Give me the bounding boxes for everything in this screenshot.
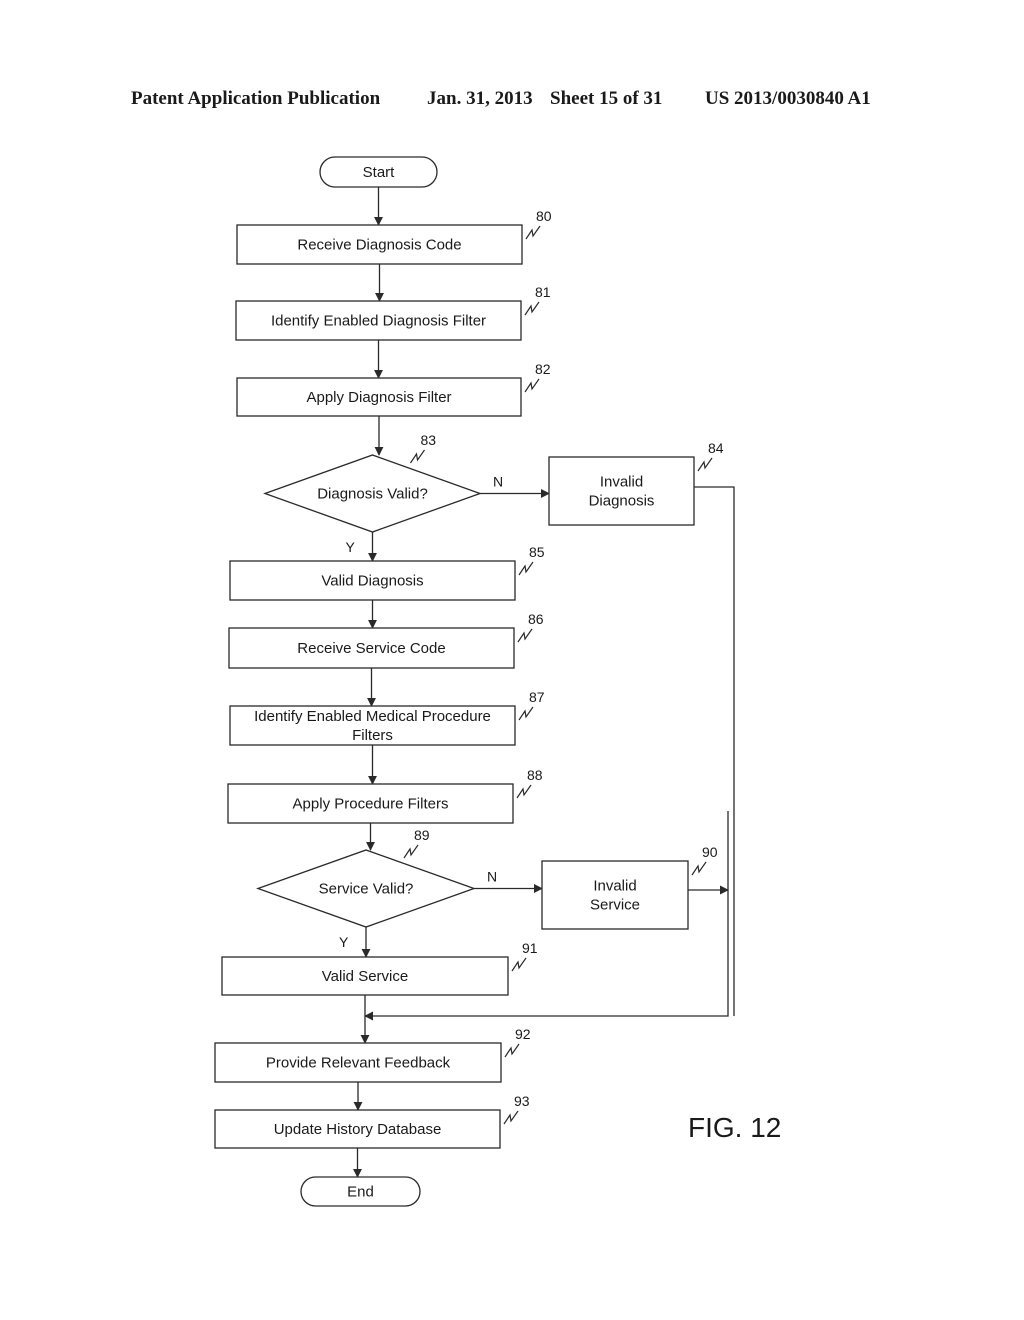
node-label: Identify Enabled Medical Procedure	[254, 708, 491, 725]
flow-node-start: Start	[319, 156, 438, 188]
flow-edge-n83-n85: Y	[346, 532, 377, 562]
node-label: Apply Diagnosis Filter	[306, 389, 451, 406]
node-label: Apply Procedure Filters	[293, 796, 449, 813]
reference-numeral: 84	[708, 440, 724, 456]
reference-leader	[524, 378, 540, 393]
node-label: Diagnosis Valid?	[317, 486, 428, 503]
flow-node-n85: Valid Diagnosis 85	[229, 544, 545, 601]
branch-label: Y	[339, 934, 349, 950]
reference-numeral: 81	[535, 284, 551, 300]
flow-edge-n89-n91: Y	[339, 927, 371, 958]
node-label: Invalid	[600, 474, 643, 491]
reference-leader	[697, 457, 713, 472]
reference-leader	[516, 784, 532, 799]
reference-leader	[403, 844, 419, 859]
reference-numeral: 89	[414, 827, 430, 843]
flow-node-n90: Invalid Service 90	[541, 844, 718, 930]
flow-node-n92: Provide Relevant Feedback 92	[214, 1026, 531, 1083]
process-shape	[548, 456, 695, 526]
node-label: Service Valid?	[319, 881, 414, 898]
reference-leader	[691, 861, 707, 876]
node-label: Diagnosis	[589, 493, 655, 510]
figure-label: FIG. 12	[688, 1112, 781, 1143]
flow-node-n88: Apply Procedure Filters 88	[227, 767, 543, 824]
process-shape	[541, 860, 689, 930]
node-label: Service	[590, 897, 640, 914]
node-label: End	[347, 1184, 374, 1201]
reference-leader	[410, 449, 425, 464]
reference-numeral: 87	[529, 689, 545, 705]
flow-node-n87: Identify Enabled Medical Procedure Filter…	[229, 689, 545, 746]
flow-node-n91: Valid Service 91	[221, 940, 538, 996]
flow-node-n83: Diagnosis Valid? 83	[263, 432, 482, 533]
flow-node-n86: Receive Service Code 86	[228, 611, 544, 669]
node-label: Start	[363, 164, 396, 181]
nodes-layer: Start Receive Diagnosis Code 80 Identify En…	[214, 156, 724, 1207]
reference-numeral: 93	[514, 1093, 530, 1109]
reference-leader	[511, 957, 527, 972]
node-label: Identify Enabled Diagnosis Filter	[271, 313, 486, 330]
reference-leader	[525, 225, 541, 240]
node-label: Valid Diagnosis	[321, 573, 423, 590]
reference-numeral: 91	[522, 940, 538, 956]
flow-node-n84: Invalid Diagnosis 84	[548, 440, 724, 526]
reference-numeral: 92	[515, 1026, 531, 1042]
reference-leader	[518, 561, 534, 576]
flow-edge-n83-n84: N	[480, 474, 550, 498]
branch-label: N	[493, 474, 503, 490]
branch-label: N	[487, 869, 497, 885]
node-label: Valid Service	[322, 968, 408, 985]
flow-node-end: End	[300, 1176, 421, 1207]
node-label: Receive Diagnosis Code	[297, 237, 461, 254]
flow-node-n82: Apply Diagnosis Filter 82	[236, 361, 551, 417]
node-label: Receive Service Code	[297, 640, 445, 657]
reference-numeral: 88	[527, 767, 543, 783]
reference-numeral: 90	[702, 844, 718, 860]
node-label: Update History Database	[274, 1121, 442, 1138]
flow-edge-n89-n90: N	[474, 869, 543, 893]
node-label: Filters	[352, 727, 393, 744]
reference-numeral: 86	[528, 611, 544, 627]
flow-node-n93: Update History Database 93	[214, 1093, 530, 1149]
reference-leader	[518, 706, 534, 721]
flow-node-n80: Receive Diagnosis Code 80	[236, 208, 552, 265]
flowchart: N Y N Y Start Receive Diagnosis Code 80 Identi…	[214, 156, 781, 1207]
reference-numeral: 80	[536, 208, 552, 224]
node-label: Provide Relevant Feedback	[266, 1055, 451, 1072]
flow-node-n89: Service Valid? 89	[256, 827, 476, 928]
reference-numeral: 85	[529, 544, 545, 560]
reference-leader	[504, 1043, 520, 1058]
reference-leader	[524, 301, 540, 316]
flow-node-n81: Identify Enabled Diagnosis Filter 81	[235, 284, 551, 341]
branch-label: Y	[346, 539, 356, 555]
node-label: Invalid	[593, 878, 636, 895]
reference-leader	[517, 628, 533, 643]
reference-numeral: 83	[421, 432, 437, 448]
reference-leader	[503, 1110, 519, 1125]
reference-numeral: 82	[535, 361, 551, 377]
